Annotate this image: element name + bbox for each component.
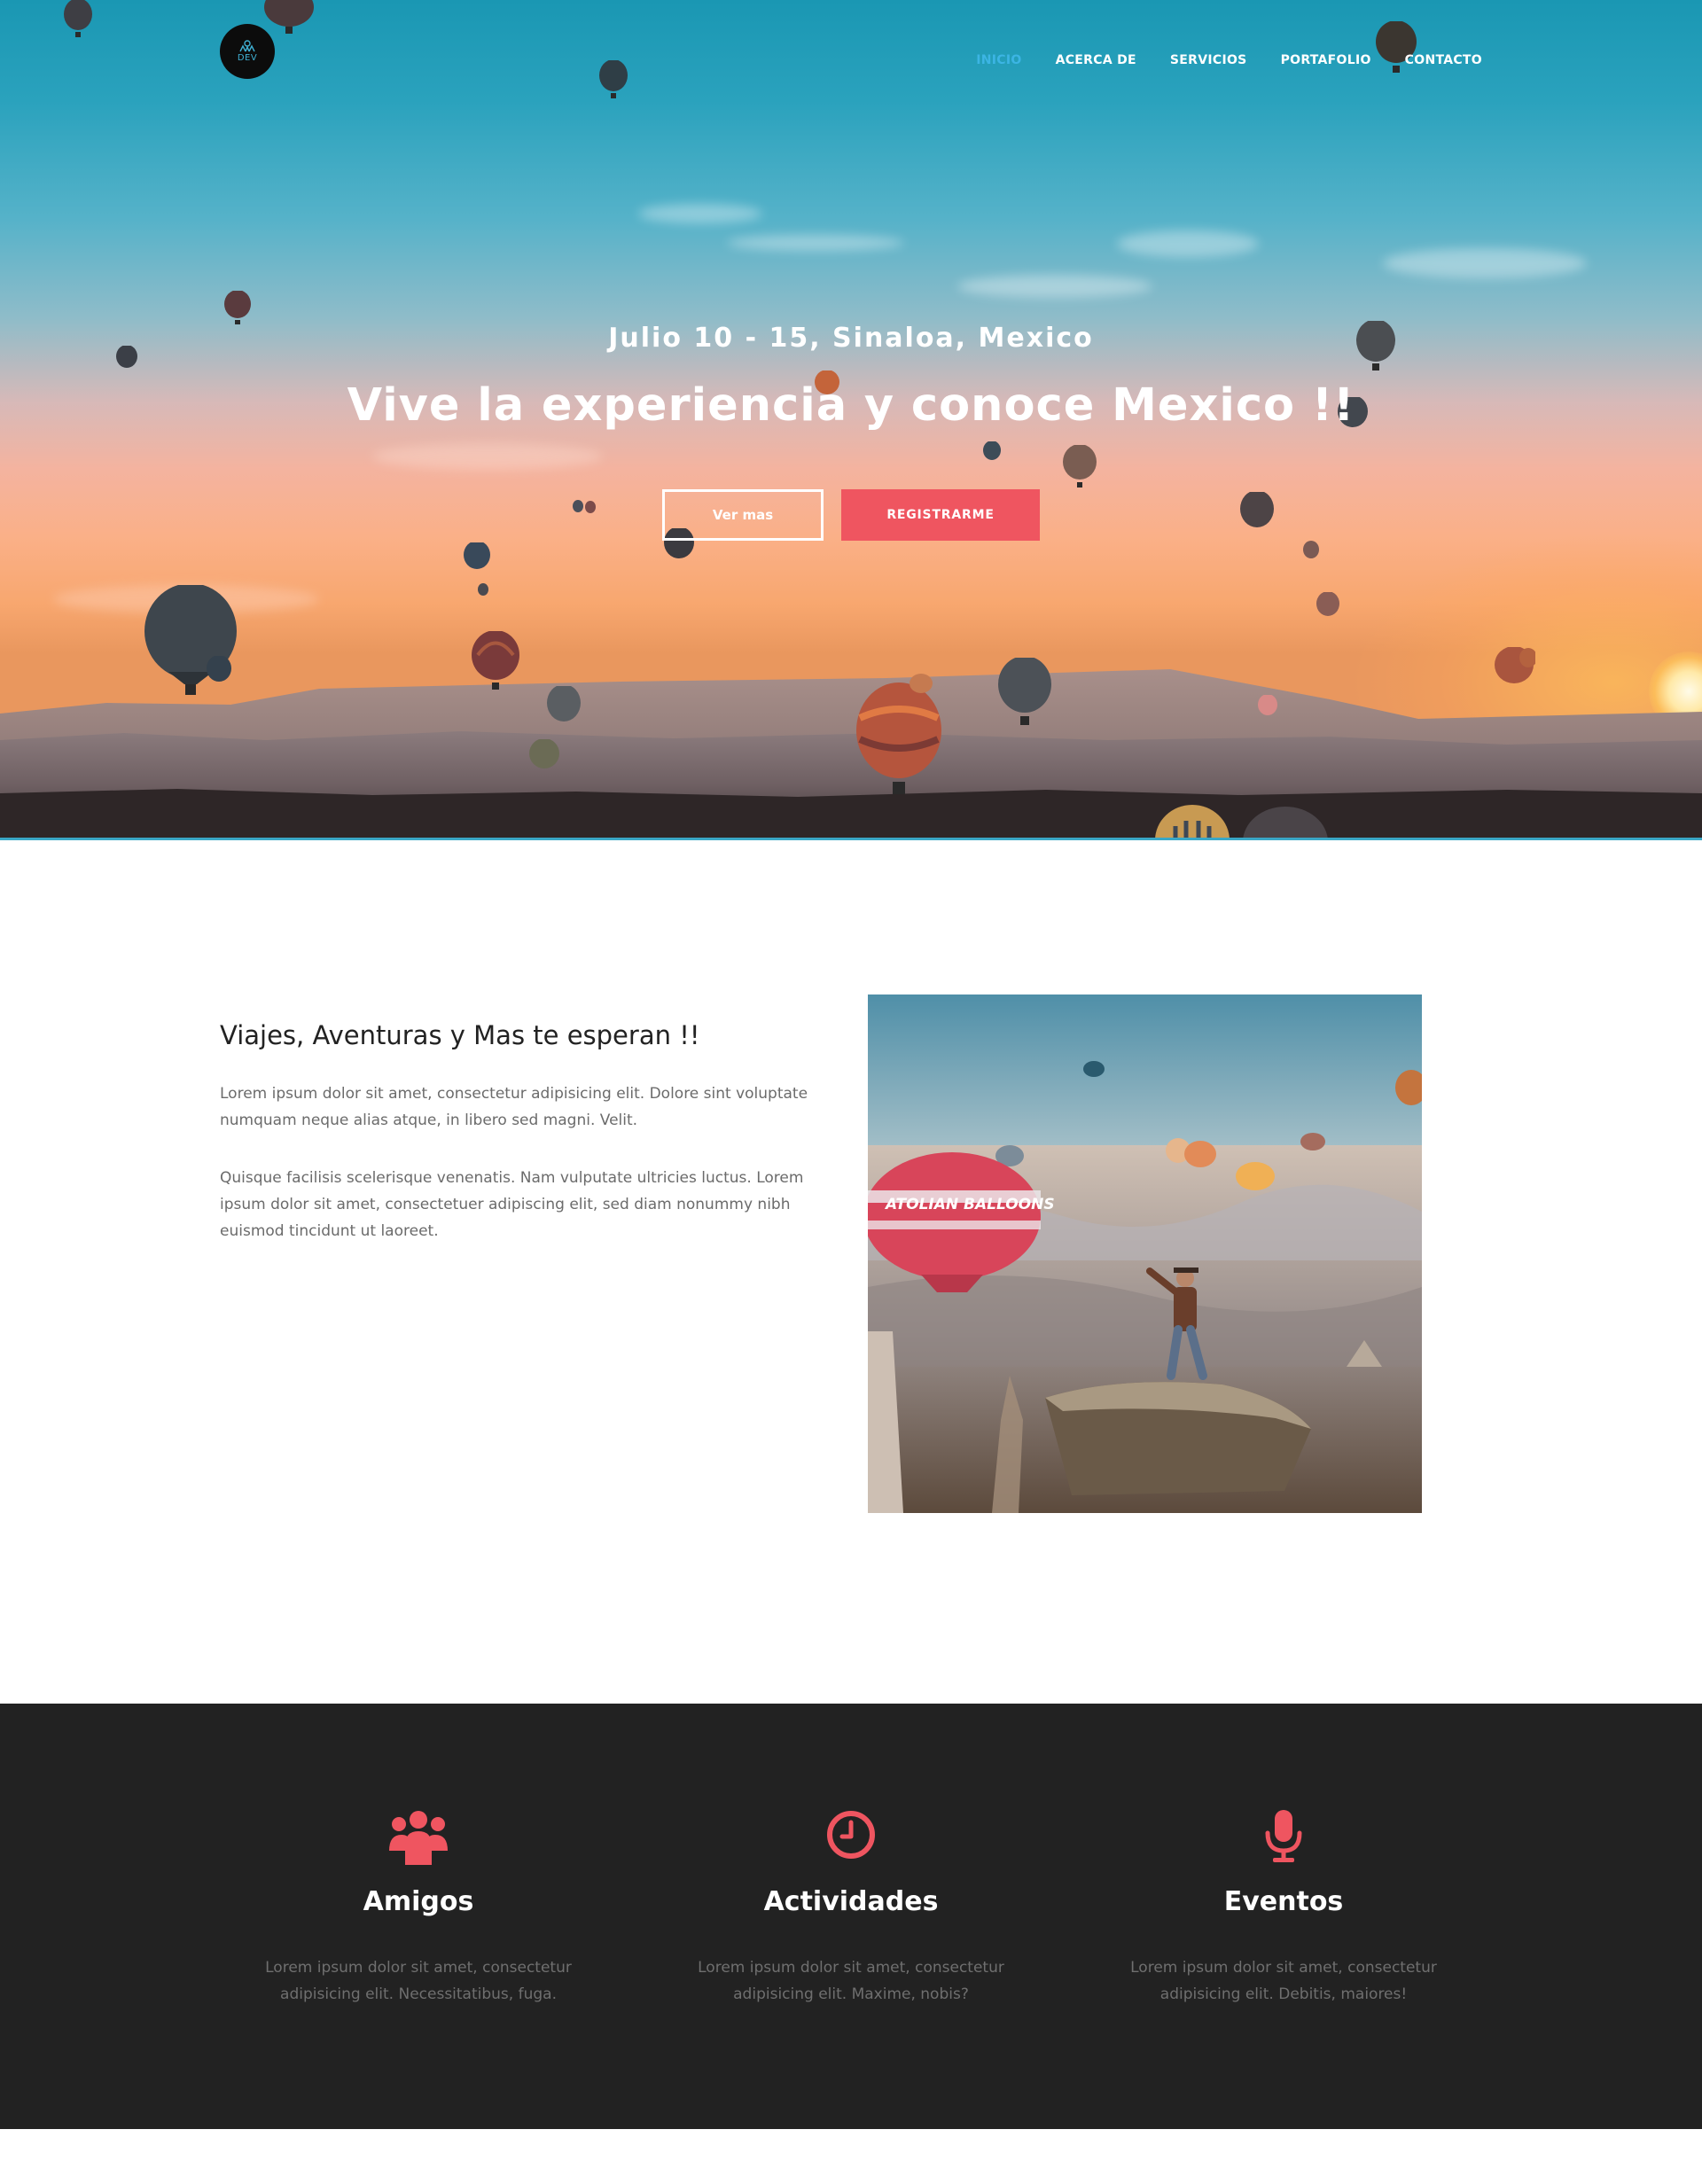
feature-title: Amigos [363,1886,474,1917]
balloon [64,0,92,37]
cloud [1117,230,1259,257]
about-section: Viajes, Aventuras y Mas te esperan !! Lo… [0,840,1702,1704]
hero-section: DEV INICIO ACERCA DE SERVICIOS PORTAFOLI… [0,0,1702,840]
balloon [1063,445,1097,488]
balloon [224,291,251,324]
feature-title: Actividades [763,1886,939,1917]
hero-title: Vive la experiencia y conoce Mexico !! [347,379,1355,432]
nav-item-inicio[interactable]: INICIO [976,53,1021,67]
ver-mas-button[interactable]: Ver mas [662,489,824,541]
about-paragraph-1: Lorem ipsum dolor sit amet, consectetur … [220,1085,808,1129]
balloon [998,658,1051,725]
users-icon [389,1811,448,1865]
balloon [547,686,581,722]
about-paragraph-2: Quisque facilisis scelerisque venenatis.… [220,1169,804,1240]
features-section: Amigos Lorem ipsum dolor sit amet, conse… [0,1704,1702,2129]
feature-text: Lorem ipsum dolor sit amet, consectetur … [1130,1959,1437,2003]
nav-item-contacto[interactable]: CONTACTO [1405,53,1482,67]
about-title: Viajes, Aventuras y Mas te esperan !! [220,1020,700,1050]
balloon [464,542,490,569]
cloud [727,235,904,251]
brand-logo[interactable]: DEV [220,24,275,79]
clock-icon [827,1811,875,1859]
balloon [856,682,941,794]
balloon [1258,695,1277,715]
mountain-landscape [0,669,1702,838]
feature-text: Lorem ipsum dolor sit amet, consectetur … [698,1959,1004,2003]
balloon [264,0,314,34]
register-button[interactable]: REGISTRARME [841,489,1040,541]
balloon [983,441,1001,460]
feature-text: Lorem ipsum dolor sit amet, consectetur … [265,1959,572,2003]
cloud [638,204,762,223]
traveler-photo-illustration: ATOLIAN BALLOONS [868,994,1422,1513]
microphone-icon [1265,1810,1302,1862]
balloon [1243,807,1328,838]
cloud [372,443,603,470]
balloon [1495,647,1535,683]
balloon [478,583,488,596]
nav-item-portafolio[interactable]: PORTAFOLIO [1281,53,1371,67]
page-bottom-spacer [0,2129,1702,2184]
cloud [1383,248,1587,278]
balloon [1155,805,1230,838]
balloon [1316,592,1339,616]
feature-title: Eventos [1223,1886,1344,1917]
main-nav: INICIO ACERCA DE SERVICIOS PORTAFOLIO CO… [976,53,1482,67]
logo-mark-icon [239,40,255,52]
balloon [910,674,933,693]
balloon [529,739,559,768]
balloon [599,60,628,98]
logo-text: DEV [237,53,258,63]
nav-item-servicios[interactable]: SERVICIOS [1170,53,1247,67]
hero-subtitle: Julio 10 - 15, Sinaloa, Mexico [608,323,1094,354]
balloon [472,631,519,690]
nav-item-acerca-de[interactable]: ACERCA DE [1056,53,1136,67]
balloon [207,656,231,682]
hero-buttons: Ver mas REGISTRARME [0,489,1702,541]
about-photo: ATOLIAN BALLOONS [868,994,1422,1513]
balloon [1303,541,1319,558]
cloud [957,275,1152,298]
balloon-brand-text: ATOLIAN BALLOONS [884,1196,1055,1213]
